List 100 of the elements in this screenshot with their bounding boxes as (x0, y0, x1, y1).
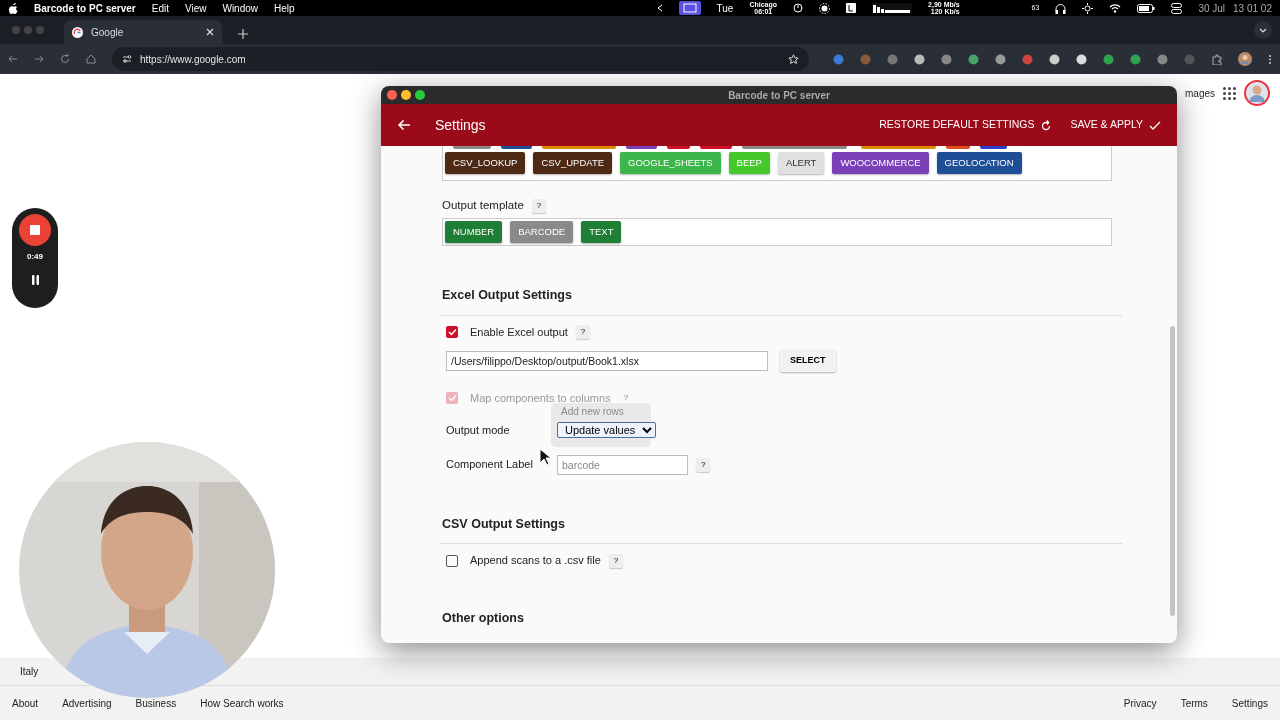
tag-button[interactable] (625, 146, 658, 149)
header-link[interactable]: mages (1185, 85, 1215, 101)
checkmark-icon (447, 393, 457, 402)
recording-timer: 0:49 (27, 251, 43, 263)
google-icon (72, 26, 83, 38)
checkbox-label: Append scans to a .csv file (470, 553, 601, 569)
more-icon[interactable] (1268, 53, 1272, 65)
dropdown-icon[interactable] (1254, 21, 1272, 39)
menu-item[interactable]: Window (222, 0, 259, 16)
app-menu[interactable]: Barcode to PC server (34, 0, 136, 16)
field-label: Component Label (446, 458, 533, 471)
control-center-icon[interactable] (1171, 2, 1183, 14)
checkbox[interactable] (446, 325, 458, 338)
output-mode-select[interactable]: Update values (557, 422, 656, 438)
help-button[interactable]: ? (696, 457, 711, 472)
tag-button[interactable]: TEXT (581, 220, 622, 243)
cursor-icon (539, 448, 551, 466)
refresh-icon (1040, 119, 1053, 131)
reload-icon[interactable] (60, 54, 70, 64)
back-icon[interactable] (8, 54, 18, 64)
help-button[interactable]: ? (575, 324, 591, 339)
site-settings-icon[interactable] (122, 54, 132, 64)
help-button[interactable]: ? (531, 198, 547, 213)
new-tab-icon[interactable] (238, 29, 248, 39)
menu-item[interactable]: View (184, 0, 207, 16)
checkbox-label: Enable Excel output (470, 324, 568, 340)
extension-icon[interactable] (968, 53, 979, 65)
country-label: Italy (20, 665, 39, 679)
stop-button[interactable] (19, 214, 51, 246)
menu-item[interactable]: Help (274, 0, 295, 16)
brightness-icon[interactable] (1082, 2, 1094, 14)
home-icon[interactable] (86, 54, 96, 64)
help-button[interactable]: ? (608, 553, 624, 568)
tag-button[interactable]: ALERT (777, 152, 825, 175)
extension-icon[interactable] (1076, 53, 1087, 65)
checkbox[interactable] (446, 554, 458, 567)
save-apply-button[interactable]: SAVE & APPLY (1070, 117, 1161, 133)
footer-link[interactable]: About (12, 695, 39, 711)
footer-link[interactable]: Privacy (1123, 695, 1157, 711)
app-icon[interactable] (846, 3, 857, 13)
component-label-field[interactable]: barcode (557, 454, 688, 475)
headphones-icon[interactable] (1055, 2, 1067, 14)
footer-link[interactable]: How Search works (200, 695, 284, 711)
network-graph-icon (872, 3, 913, 13)
select-button[interactable]: SELECT (780, 350, 836, 372)
menubar-day: Tue (716, 0, 734, 16)
footer-link[interactable]: Business (135, 695, 177, 711)
tag-button[interactable]: WOOCOMMERCE (832, 152, 929, 175)
tag-button[interactable] (500, 146, 533, 149)
battery-icon[interactable] (1137, 3, 1156, 13)
extension-icon[interactable] (1103, 53, 1114, 65)
section-heading: CSV Output Settings (442, 515, 566, 533)
restore-defaults-button[interactable]: RESTORE DEFAULT SETTINGS (879, 117, 1053, 133)
template-field[interactable]: NUMBER BARCODE TEXT (442, 217, 1112, 246)
star-icon[interactable] (788, 53, 799, 65)
section-heading: Excel Output Settings (442, 286, 573, 304)
extension-icon[interactable] (1049, 53, 1060, 65)
tag-button[interactable] (979, 146, 1007, 149)
wifi-icon[interactable] (1109, 3, 1122, 13)
extension-icon[interactable] (1130, 53, 1141, 65)
apple-icon[interactable] (8, 2, 18, 14)
field-label: Output template (442, 198, 524, 214)
forward-icon[interactable] (34, 54, 44, 64)
footer-link[interactable]: Advertising (62, 695, 112, 711)
tag-button[interactable] (667, 146, 691, 149)
checkmark-icon (447, 327, 457, 336)
scrollbar-thumb[interactable] (1170, 326, 1175, 616)
close-icon[interactable] (206, 28, 214, 36)
window-title: Barcode to PC server (728, 88, 830, 103)
extension-icon[interactable] (995, 53, 1006, 65)
account-avatar[interactable] (1244, 80, 1270, 106)
page-title: Settings (435, 115, 486, 135)
section-heading: Other options (442, 609, 525, 627)
tag-button[interactable]: NUMBER (445, 220, 503, 243)
field-label: Output mode (446, 423, 511, 438)
apps-icon[interactable] (1223, 86, 1236, 100)
screen-share-icon[interactable] (678, 1, 701, 15)
menu-item[interactable]: Edit (151, 0, 169, 16)
chevron-icon[interactable] (656, 4, 663, 12)
puzzle-icon[interactable] (1211, 53, 1222, 65)
url-text: https://www.google.com (140, 52, 247, 67)
sun-icon[interactable] (819, 2, 831, 14)
profile-avatar[interactable] (1238, 52, 1252, 66)
browser-tab[interactable]: Google (64, 20, 222, 44)
footer-link[interactable]: Terms (1180, 695, 1208, 711)
tag-button[interactable]: CSV_UPDATE (533, 152, 613, 175)
path-field[interactable]: /Users/filippo/Desktop/output/Book1.xlsx (446, 350, 768, 371)
extension-icon[interactable] (914, 53, 925, 65)
footer-link[interactable]: Settings (1231, 695, 1268, 711)
clock-icon[interactable] (793, 3, 804, 13)
tab-title: Google (91, 25, 125, 40)
check-icon (1149, 119, 1161, 131)
back-arrow-icon[interactable] (397, 119, 411, 131)
tag-button[interactable]: CSV_LOOKUP (445, 152, 526, 175)
tag-button[interactable]: GEOLOCATION (936, 152, 1022, 175)
checkbox-label: Map components to columns (470, 390, 611, 406)
address-bar[interactable]: https://www.google.com (112, 47, 809, 71)
pause-icon[interactable] (30, 275, 40, 285)
menubar-time[interactable]: 13 01 02 (1233, 0, 1272, 16)
menubar-date[interactable]: 30 Jul (1198, 0, 1226, 16)
